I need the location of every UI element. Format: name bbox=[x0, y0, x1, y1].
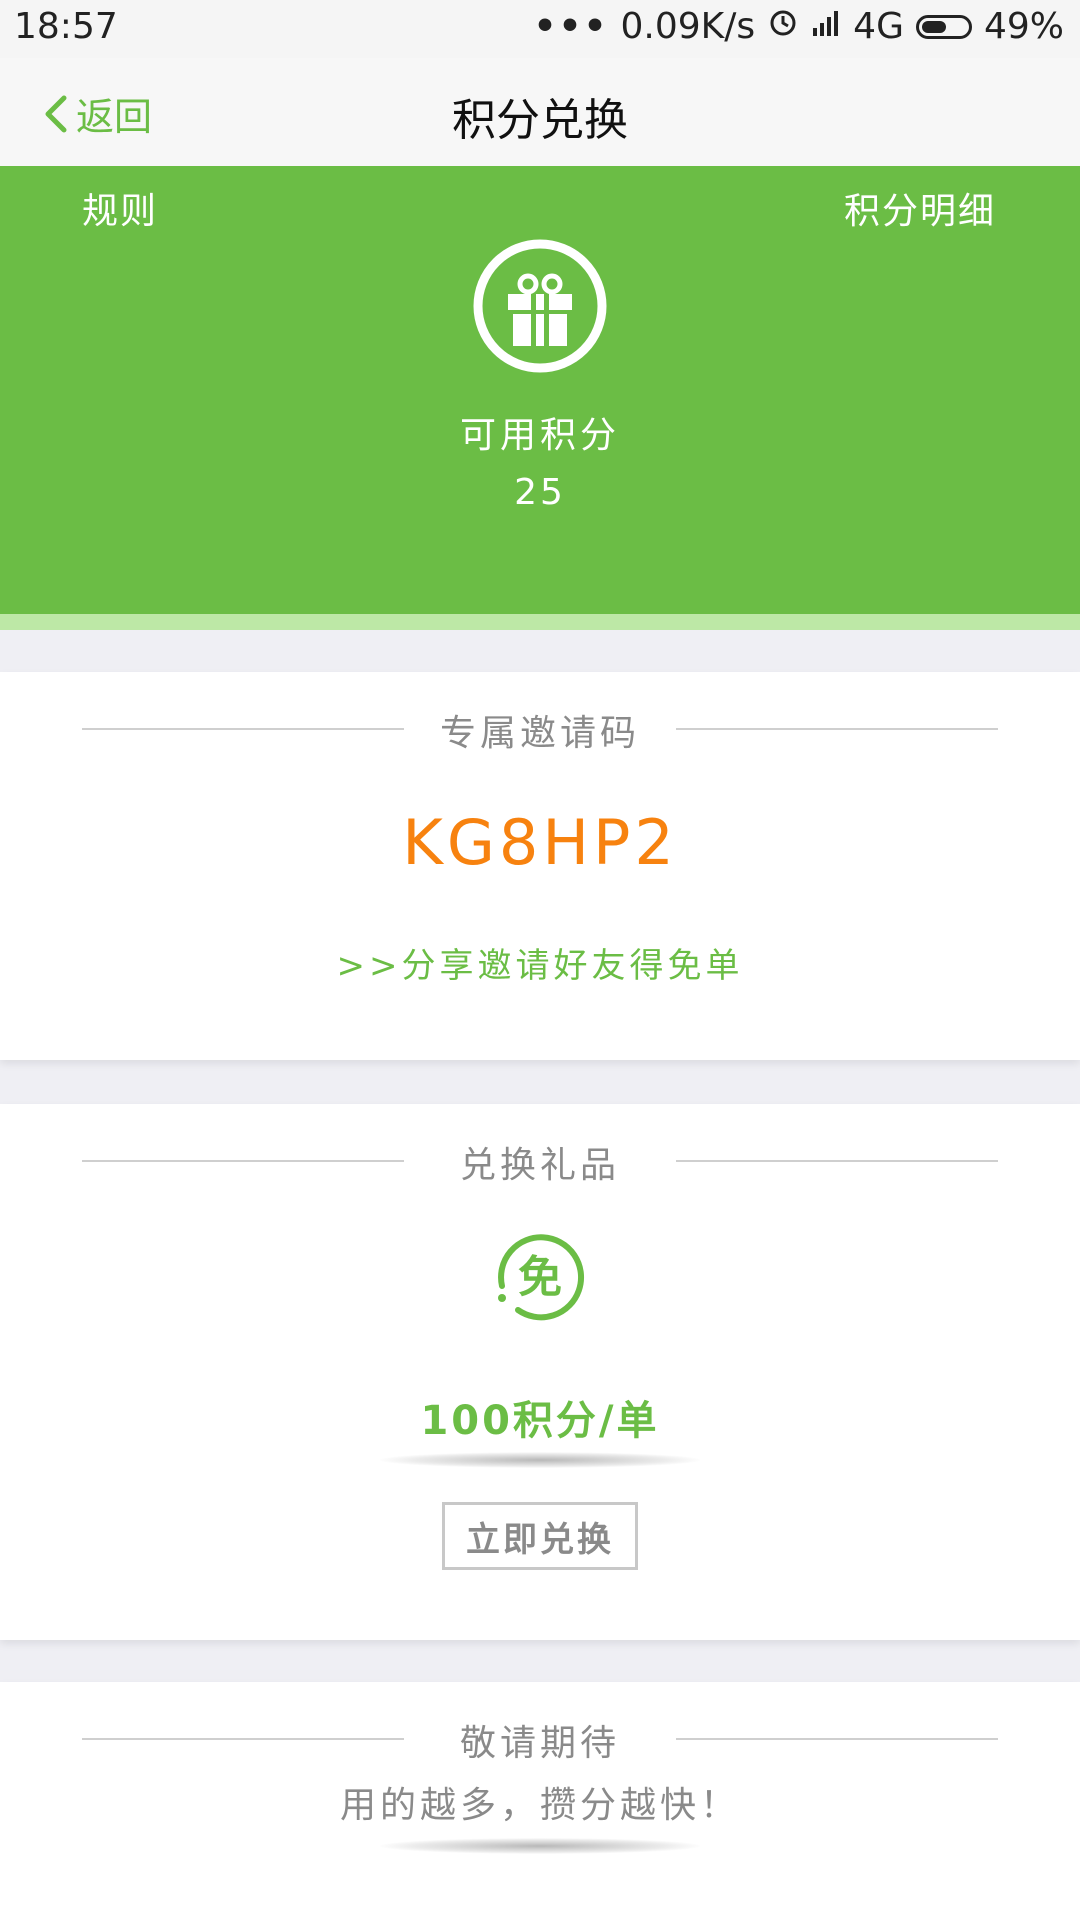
invite-section-title: 专属邀请码 bbox=[439, 713, 640, 754]
redeem-now-button[interactable]: 立即兑换 bbox=[442, 1502, 638, 1570]
status-bar: 18:57 ••• 0.09K/s 4G 49% bbox=[0, 0, 1080, 58]
more-dots-icon: ••• bbox=[533, 6, 609, 47]
slogan-shadow bbox=[380, 1838, 700, 1854]
divider-line bbox=[676, 728, 998, 730]
rules-link[interactable]: 规则 bbox=[82, 182, 158, 234]
exchange-price: 100积分/单 bbox=[420, 1398, 660, 1444]
signal-icon bbox=[811, 6, 841, 47]
invite-code: KG8HP2 bbox=[402, 806, 678, 879]
battery-icon bbox=[915, 14, 972, 39]
alarm-icon bbox=[767, 6, 799, 47]
coming-soon-card: 敬请期待 用的越多，攒分越快！ bbox=[0, 1682, 1080, 1920]
exchange-card: 兑换礼品 免 100积分/单 立即兑换 bbox=[0, 1104, 1080, 1640]
battery-level: 49% bbox=[983, 6, 1064, 47]
free-order-icon: 免 bbox=[498, 1234, 585, 1321]
coming-slogan: 用的越多，攒分越快！ bbox=[339, 1785, 740, 1826]
free-order-icon-char: 免 bbox=[518, 1252, 562, 1303]
coming-section-title: 敬请期待 bbox=[459, 1723, 620, 1764]
coming-section-header: 敬请期待 bbox=[82, 1714, 998, 1764]
invite-section-header: 专属邀请码 bbox=[82, 704, 998, 754]
hero-accent-strip bbox=[0, 614, 1080, 630]
share-invite-link[interactable]: >>分享邀请好友得免单 bbox=[0, 938, 1080, 987]
gift-icon bbox=[473, 239, 607, 373]
exchange-section-title: 兑换礼品 bbox=[459, 1145, 620, 1186]
navigation-bar: 返回 积分兑换 bbox=[0, 58, 1080, 167]
divider-line bbox=[676, 1738, 998, 1740]
available-points-value: 25 bbox=[514, 472, 566, 513]
exchange-section-header: 兑换礼品 bbox=[82, 1136, 998, 1186]
status-indicators: ••• 0.09K/s 4G 49% bbox=[533, 6, 1064, 47]
available-points-label: 可用积分 bbox=[459, 415, 620, 456]
network-type: 4G bbox=[853, 6, 904, 47]
price-shadow bbox=[380, 1452, 700, 1468]
points-detail-link[interactable]: 积分明细 bbox=[844, 182, 996, 234]
points-hero: 规则 积分明细 可用积分 25 bbox=[0, 166, 1080, 614]
divider-line bbox=[676, 1160, 998, 1162]
network-speed: 0.09K/s bbox=[620, 6, 756, 47]
status-time: 18:57 bbox=[14, 6, 118, 47]
invite-card: 专属邀请码 KG8HP2 >>分享邀请好友得免单 bbox=[0, 672, 1080, 1060]
page-title: 积分兑换 bbox=[452, 95, 628, 146]
